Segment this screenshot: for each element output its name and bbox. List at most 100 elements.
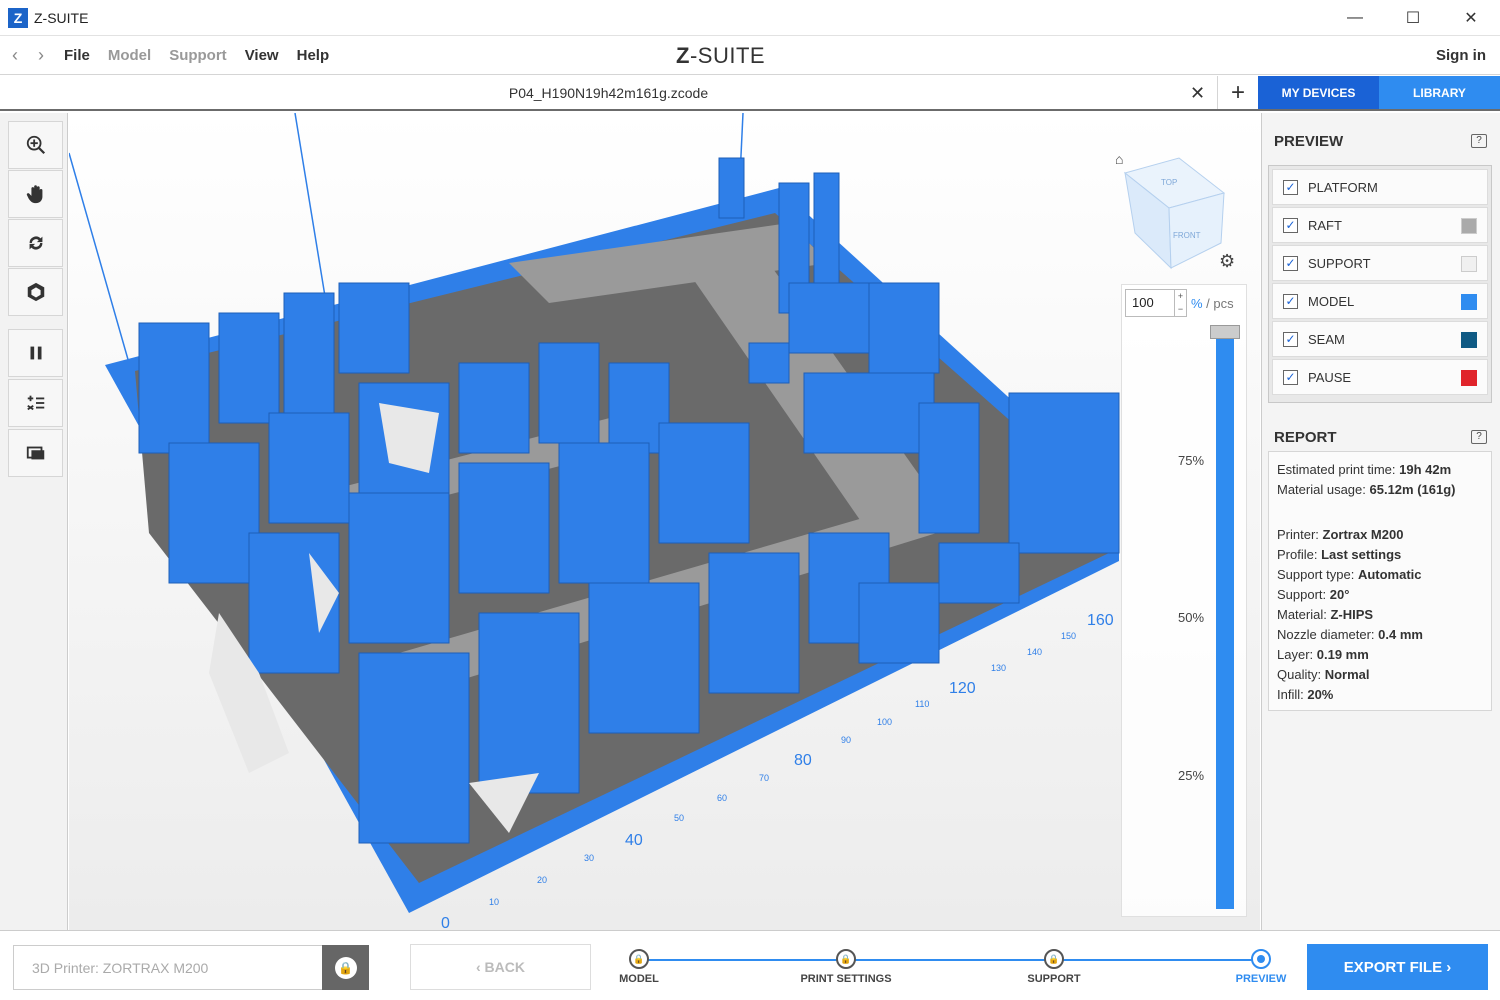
- checkbox-platform[interactable]: ✓: [1283, 179, 1298, 195]
- app-logo: Z: [8, 7, 28, 28]
- title-bar: Z Z-SUITE — ☐ ✕: [0, 0, 1500, 36]
- report-line: Material usage: 65.12m (161g): [1277, 480, 1483, 500]
- checkbox-seam[interactable]: ✓: [1283, 331, 1298, 347]
- seam-color-swatch[interactable]: [1461, 332, 1477, 348]
- slider-tick-25: 25%: [1178, 768, 1205, 783]
- layer-steps-button[interactable]: [8, 379, 63, 427]
- printer-select-field[interactable]: 3D Printer: ZORTRAX M200: [13, 945, 323, 990]
- report-line: Estimated print time: 19h 42m: [1277, 460, 1483, 480]
- tab-library[interactable]: LIBRARY: [1379, 76, 1500, 109]
- percent-stepper[interactable]: + −: [1175, 289, 1187, 317]
- close-tab-icon[interactable]: ✕: [1190, 83, 1205, 104]
- back-arrow-icon[interactable]: ‹: [2, 45, 28, 66]
- checkbox-pause[interactable]: ✓: [1283, 369, 1298, 385]
- forward-arrow-icon[interactable]: ›: [28, 45, 54, 66]
- report-key: Support type:: [1277, 567, 1358, 582]
- model-color-swatch[interactable]: [1461, 294, 1477, 310]
- layer-label: MODEL: [1308, 293, 1355, 309]
- menu-model[interactable]: Model: [108, 47, 151, 64]
- layer-row-platform[interactable]: ✓ PLATFORM: [1272, 169, 1488, 205]
- pan-tool-button[interactable]: [8, 170, 63, 218]
- axis-label-10: 10: [489, 897, 499, 907]
- pause-tool-button[interactable]: [8, 329, 63, 377]
- step-label: SUPPORT: [1027, 973, 1081, 985]
- menu-help[interactable]: Help: [297, 47, 330, 64]
- menu-support[interactable]: Support: [169, 47, 227, 64]
- axis-label-110: 110: [915, 699, 929, 709]
- report-line: Profile: Last settings: [1277, 545, 1483, 565]
- view-cube[interactable]: TOP FRONT: [1123, 157, 1226, 270]
- layer-row-support[interactable]: ✓ SUPPORT: [1272, 245, 1488, 281]
- step-model[interactable]: 🔒 MODEL: [579, 949, 699, 985]
- rotate-icon: [29, 236, 42, 250]
- step-lock-icon: 🔒: [836, 949, 856, 969]
- step-label: PRINT SETTINGS: [800, 973, 892, 985]
- layer-view-button[interactable]: [8, 429, 63, 477]
- pause-color-swatch[interactable]: [1461, 370, 1477, 386]
- preview-help-icon[interactable]: ?: [1471, 134, 1487, 148]
- report-key: Infill:: [1277, 687, 1308, 702]
- file-tab[interactable]: P04_H190N19h42m161g.zcode: [0, 76, 1218, 109]
- layer-slider-track[interactable]: [1216, 337, 1234, 909]
- report-help-icon[interactable]: ?: [1471, 430, 1487, 444]
- minimize-button[interactable]: —: [1326, 0, 1384, 36]
- 3d-viewport[interactable]: 0 10 20 30 40 50 60 70 80 90 100 110 120…: [69, 113, 1260, 930]
- report-box: Estimated print time: 19h 42m Material u…: [1268, 451, 1492, 711]
- view-tool-button[interactable]: [8, 268, 63, 316]
- tab-my-devices[interactable]: MY DEVICES: [1258, 76, 1379, 109]
- axis-label-0: 0: [441, 915, 450, 930]
- layer-view-icon: [26, 446, 44, 460]
- step-print-settings[interactable]: 🔒 PRINT SETTINGS: [786, 949, 906, 985]
- print-preview-scene[interactable]: 0 10 20 30 40 50 60 70 80 90 100 110 120…: [69, 113, 1260, 930]
- report-line: Printer: Zortrax M200: [1277, 525, 1483, 545]
- view-settings-gear-icon[interactable]: ⚙: [1219, 251, 1235, 272]
- stepper-down-icon[interactable]: −: [1175, 303, 1186, 316]
- lock-icon: 🔒: [334, 956, 357, 979]
- step-support[interactable]: 🔒 SUPPORT: [994, 949, 1114, 985]
- close-button[interactable]: ✕: [1442, 0, 1500, 36]
- layer-row-raft[interactable]: ✓ RAFT: [1272, 207, 1488, 243]
- zoom-tool-button[interactable]: [8, 121, 63, 169]
- sign-in-link[interactable]: Sign in: [1436, 47, 1486, 64]
- menu-bar: ‹ › File Model Support View Help Z-SUITE…: [0, 37, 1500, 75]
- layer-percent-input[interactable]: 100: [1125, 289, 1175, 317]
- cube-front-label: FRONT: [1173, 231, 1201, 240]
- layer-row-model[interactable]: ✓ MODEL: [1272, 283, 1488, 319]
- export-file-button[interactable]: EXPORT FILE ›: [1307, 944, 1488, 990]
- report-key: Material:: [1277, 607, 1331, 622]
- checkbox-raft[interactable]: ✓: [1283, 217, 1298, 233]
- checkbox-model[interactable]: ✓: [1283, 293, 1298, 309]
- support-color-swatch[interactable]: [1461, 256, 1477, 272]
- layer-label: RAFT: [1308, 217, 1342, 233]
- step-label: PREVIEW: [1235, 973, 1287, 985]
- menu-file[interactable]: File: [64, 47, 90, 64]
- axis-label-160: 160: [1087, 612, 1114, 629]
- axis-label-120: 120: [949, 680, 976, 697]
- layer-row-pause[interactable]: ✓ PAUSE: [1272, 359, 1488, 395]
- add-tab-button[interactable]: +: [1218, 76, 1258, 109]
- stepper-up-icon[interactable]: +: [1175, 290, 1186, 303]
- home-view-icon[interactable]: ⌂: [1115, 151, 1123, 167]
- unit-pcs[interactable]: / pcs: [1203, 296, 1233, 311]
- layer-row-seam[interactable]: ✓ SEAM: [1272, 321, 1488, 357]
- maximize-button[interactable]: ☐: [1384, 0, 1442, 36]
- report-key: Nozzle diameter:: [1277, 627, 1379, 642]
- report-key: Quality:: [1277, 667, 1325, 682]
- step-preview[interactable]: PREVIEW: [1201, 949, 1321, 985]
- axis-label-30: 30: [584, 853, 594, 863]
- raft-color-swatch[interactable]: [1461, 218, 1477, 234]
- rotate-tool-button[interactable]: [8, 219, 63, 267]
- slider-unit-label[interactable]: % / pcs: [1191, 296, 1234, 311]
- report-line: Material: Z-HIPS: [1277, 605, 1483, 625]
- back-button[interactable]: ‹ BACK: [410, 944, 591, 990]
- menu-view[interactable]: View: [245, 47, 279, 64]
- brand-text: -SUITE: [689, 43, 766, 68]
- report-key: Profile:: [1277, 547, 1322, 562]
- unit-percent[interactable]: %: [1191, 296, 1203, 311]
- layer-slider-handle[interactable]: [1210, 325, 1240, 339]
- layer-label: SUPPORT: [1308, 255, 1371, 271]
- checkbox-support[interactable]: ✓: [1283, 255, 1298, 271]
- left-toolbar: [0, 113, 68, 930]
- printer-lock-button[interactable]: 🔒: [322, 945, 369, 990]
- axis-label-150: 150: [1061, 631, 1076, 641]
